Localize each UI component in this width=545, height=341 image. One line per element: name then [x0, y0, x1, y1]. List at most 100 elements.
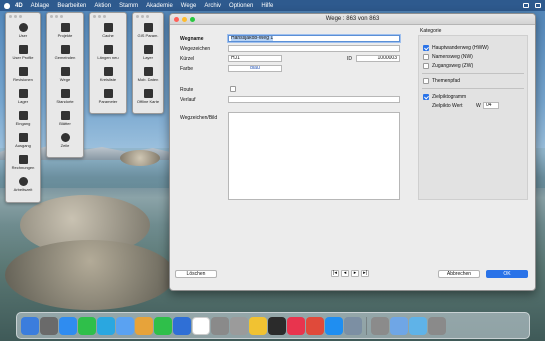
dock-app-icon[interactable]: [173, 316, 191, 335]
apple-icon[interactable]: [4, 2, 10, 9]
minimize-icon[interactable]: [182, 17, 187, 22]
dock-app-icon[interactable]: [409, 316, 427, 335]
wegname-input[interactable]: Hanssjakob-Weg 1: [228, 35, 400, 42]
dock-app-icon[interactable]: [78, 316, 96, 335]
dock-app-icon[interactable]: [230, 316, 248, 335]
tool-projekte[interactable]: Projekte: [48, 21, 82, 42]
zielpikto-wert-input[interactable]: 04: [483, 102, 499, 109]
cancel-button[interactable]: Abbrechen: [438, 270, 480, 278]
tool-gemeinden[interactable]: Gemeinden: [48, 43, 82, 64]
tool-user-profile[interactable]: User Profile: [7, 43, 39, 64]
farbe-input[interactable]: blau: [228, 65, 282, 72]
close-icon[interactable]: [174, 17, 179, 22]
tool-gis-param[interactable]: GIS Param.: [134, 21, 162, 42]
tool-standorte[interactable]: Standorte: [48, 87, 82, 108]
dock-app-icon[interactable]: [390, 316, 408, 335]
wegzeichen-bild-label: Wegzeichen/Bild: [180, 115, 218, 121]
tool-blaetter[interactable]: Blätter: [48, 109, 82, 130]
tool-ausgang[interactable]: Ausgang: [7, 131, 39, 152]
last-record-button[interactable]: ▸|: [361, 270, 369, 277]
kuerzel-input[interactable]: HJ1: [228, 55, 282, 62]
previous-record-button[interactable]: ◂: [341, 270, 349, 277]
dock-app-icon[interactable]: [249, 316, 267, 335]
tool-mob-daten[interactable]: Mob. Daten: [134, 65, 162, 86]
menu-stamm[interactable]: Stamm: [119, 3, 138, 9]
menu-optionen[interactable]: Optionen: [229, 3, 253, 9]
zoom-icon[interactable]: [190, 17, 195, 22]
tool-revisionen[interactable]: Revisionen: [7, 65, 39, 86]
wegzeichen-bild-area[interactable]: [228, 112, 400, 200]
dock-app-icon[interactable]: [306, 316, 324, 335]
upload-icon: [18, 133, 28, 142]
next-record-button[interactable]: ▸: [351, 270, 359, 277]
dock-app-icon[interactable]: [192, 316, 210, 335]
dock-app-icon[interactable]: [154, 316, 172, 335]
tool-cache[interactable]: Cache: [91, 21, 125, 42]
palette-window-controls[interactable]: [9, 15, 22, 18]
palette-window-controls[interactable]: [93, 15, 106, 18]
ok-button[interactable]: OK: [486, 270, 528, 278]
menu-aktion[interactable]: Aktion: [94, 3, 111, 9]
tool-label: Standorte: [56, 99, 74, 104]
tool-eingang[interactable]: Eingang: [7, 109, 39, 130]
tool-kreisliste[interactable]: Kreisliste: [91, 65, 125, 86]
kategorie-divider: [422, 73, 524, 74]
tag-icon: [60, 23, 70, 32]
settings-icon: [143, 23, 153, 32]
hww-checkbox[interactable]: [423, 45, 429, 51]
wegezeichen-input[interactable]: [228, 45, 400, 52]
dock-app-icon[interactable]: [97, 316, 115, 335]
window-title: Wege : 863 von 863: [325, 16, 380, 22]
zielpikto-prefix: W: [476, 103, 481, 109]
themenpfad-checkbox[interactable]: [423, 78, 429, 84]
menu-hilfe[interactable]: Hilfe: [261, 3, 273, 9]
layers-icon: [143, 45, 153, 54]
verlauf-input[interactable]: [228, 96, 400, 103]
tool-laengen-neu[interactable]: Längen neu: [91, 43, 125, 64]
dock-app-icon[interactable]: [371, 316, 389, 335]
dock-app-icon[interactable]: [287, 316, 305, 335]
tool-arbeitszeit[interactable]: Arbeitszeit: [7, 175, 39, 196]
palette-window-controls[interactable]: [50, 15, 63, 18]
tool-layer[interactable]: Layer: [134, 43, 162, 64]
zw-label: Zugangsweg (ZW): [432, 63, 474, 69]
dock-app-icon[interactable]: [135, 316, 153, 335]
zw-checkbox[interactable]: [423, 63, 429, 69]
delete-button[interactable]: Löschen: [175, 270, 217, 278]
menu-wege[interactable]: Wege: [181, 3, 197, 9]
first-record-button[interactable]: |◂: [331, 270, 339, 277]
tool-wege[interactable]: Wege: [48, 65, 82, 86]
menu-app[interactable]: 4D: [15, 3, 23, 9]
dock-app-icon[interactable]: [21, 316, 39, 335]
menu-ablage[interactable]: Ablage: [31, 3, 50, 9]
menu-archiv[interactable]: Archiv: [204, 3, 221, 9]
menu-akademie[interactable]: Akademie: [146, 3, 173, 9]
tool-label: Parameter: [98, 99, 118, 104]
route-checkbox[interactable]: [230, 86, 236, 92]
tool-user[interactable]: User: [7, 21, 39, 42]
tool-lager[interactable]: Lager: [7, 87, 39, 108]
zielpiktogramm-checkbox[interactable]: [423, 94, 429, 100]
dock-app-icon[interactable]: [325, 316, 343, 335]
tool-label: Blätter: [59, 121, 71, 126]
id-field[interactable]: 1000003: [356, 55, 400, 62]
nw-checkbox[interactable]: [423, 54, 429, 60]
menu-bearbeiten[interactable]: Bearbeiten: [57, 3, 86, 9]
tool-zeile[interactable]: Zeile: [48, 131, 82, 152]
dock-app-icon[interactable]: [40, 316, 58, 335]
tool-parameter[interactable]: Parameter: [91, 87, 125, 108]
dock-app-icon[interactable]: [59, 316, 77, 335]
offline-map-icon: [143, 89, 153, 98]
battery-icon[interactable]: [535, 3, 541, 8]
tool-offline-karte[interactable]: Offline Karte: [134, 87, 162, 108]
dock-app-icon[interactable]: [428, 316, 446, 335]
dock-app-icon[interactable]: [116, 316, 134, 335]
palette-window-controls[interactable]: [136, 15, 149, 18]
tool-label: Mob. Daten: [137, 77, 159, 82]
dock-app-icon[interactable]: [344, 316, 362, 335]
display-icon[interactable]: [523, 3, 529, 8]
dock-app-icon[interactable]: [211, 316, 229, 335]
tool-label: Revisionen: [13, 77, 33, 82]
dock-app-icon[interactable]: [268, 316, 286, 335]
tool-rechnungen[interactable]: Rechnungen: [7, 153, 39, 174]
